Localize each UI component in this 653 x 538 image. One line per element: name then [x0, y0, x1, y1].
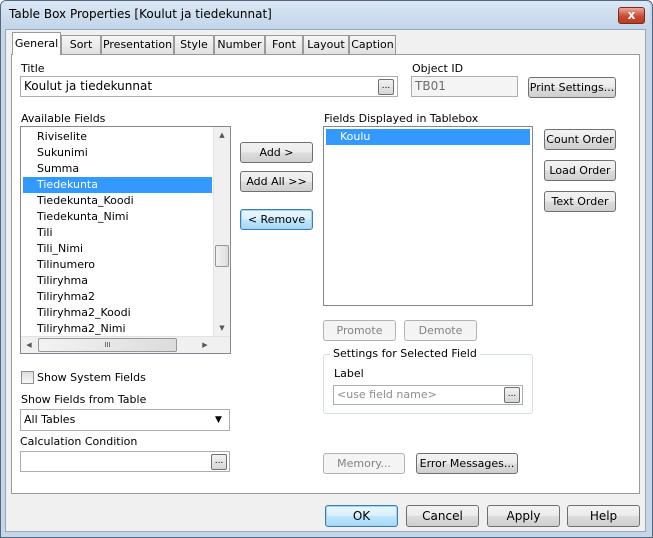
load-order-button[interactable]: Load Order: [544, 160, 616, 181]
help-button[interactable]: Help: [567, 505, 640, 527]
tab-font[interactable]: Font: [265, 35, 303, 54]
list-item-selected[interactable]: Koulu: [326, 129, 530, 145]
list-item[interactable]: Tiliryhma2: [23, 289, 212, 305]
scroll-down-arrow-icon[interactable]: ▼: [214, 320, 230, 336]
show-fields-from-table-dropdown[interactable]: All Tables ▼: [20, 409, 230, 431]
list-item[interactable]: Tiliryhma: [23, 273, 212, 289]
list-item[interactable]: Tiliryhma2_Nimi: [23, 321, 212, 337]
close-button[interactable]: x: [618, 7, 645, 24]
demote-button[interactable]: Demote: [404, 320, 477, 341]
list-item[interactable]: Summa: [23, 161, 212, 177]
list-item-selected[interactable]: Tiedekunta: [23, 177, 212, 193]
tab-style[interactable]: Style: [174, 35, 214, 54]
calculation-condition-input[interactable]: [20, 451, 230, 472]
title-expression-button[interactable]: ...: [378, 79, 394, 95]
available-fields-label: Available Fields: [21, 112, 106, 125]
show-fields-from-table-label: Show Fields from Table: [21, 393, 147, 406]
scroll-up-arrow-icon[interactable]: ▲: [214, 127, 230, 143]
settings-for-selected-field-group: [323, 354, 533, 414]
tab-general[interactable]: General: [12, 32, 61, 55]
window-title: Table Box Properties [Koulut ja tiedekun…: [9, 7, 272, 21]
calculation-condition-label: Calculation Condition: [20, 435, 138, 448]
fields-displayed-label: Fields Displayed in Tablebox: [324, 112, 479, 125]
tab-sort[interactable]: Sort: [61, 35, 101, 54]
scroll-left-arrow-icon[interactable]: ◀: [21, 337, 37, 353]
ok-button[interactable]: OK: [325, 505, 398, 527]
tab-number[interactable]: Number: [214, 35, 265, 54]
cancel-button[interactable]: Cancel: [406, 505, 479, 527]
list-item[interactable]: Tili: [23, 225, 212, 241]
settings-group-label: Settings for Selected Field: [330, 347, 480, 360]
list-item[interactable]: Sukunimi: [23, 145, 212, 161]
memory-button[interactable]: Memory...: [323, 453, 405, 474]
hscroll-thumb[interactable]: III: [38, 338, 177, 352]
print-settings-button[interactable]: Print Settings...: [528, 77, 616, 98]
list-item[interactable]: Tiedekunta_Nimi: [23, 209, 212, 225]
tab-layout[interactable]: Layout: [303, 35, 349, 54]
vertical-scrollbar[interactable]: ▲ ▼: [213, 127, 230, 336]
title-label: Title: [21, 62, 45, 75]
scroll-thumb[interactable]: [215, 245, 229, 267]
title-input[interactable]: Koulut ja tiedekunnat: [20, 76, 398, 97]
list-item[interactable]: Tili_Nimi: [23, 241, 212, 257]
list-item[interactable]: Tilinumero: [23, 257, 212, 273]
show-system-fields-label: Show System Fields: [37, 371, 146, 384]
title-bar[interactable]: Table Box Properties [Koulut ja tiedekun…: [1, 1, 650, 29]
fields-displayed-list[interactable]: Koulu: [323, 126, 533, 306]
horizontal-scrollbar[interactable]: ◀ III ▶: [21, 336, 230, 353]
label-label: Label: [334, 367, 364, 380]
error-messages-button[interactable]: Error Messages...: [416, 453, 518, 474]
list-item[interactable]: Riviselite: [23, 129, 212, 145]
tab-presentation[interactable]: Presentation: [101, 35, 174, 54]
tab-caption[interactable]: Caption: [349, 35, 396, 54]
dropdown-value: All Tables: [24, 413, 76, 426]
add-all-button[interactable]: Add All >>: [240, 171, 313, 192]
object-id-input[interactable]: TB01: [411, 76, 518, 97]
available-fields-list[interactable]: Riviselite Sukunimi Summa Tiedekunta Tie…: [20, 126, 231, 354]
list-item[interactable]: Tiedekunta_Koodi: [23, 193, 212, 209]
count-order-button[interactable]: Count Order: [544, 129, 616, 150]
calc-condition-expression-button[interactable]: ...: [211, 454, 227, 470]
promote-button[interactable]: Promote: [323, 320, 396, 341]
field-label-input[interactable]: <use field name>: [333, 385, 523, 405]
remove-button[interactable]: < Remove: [240, 209, 313, 230]
label-expression-button[interactable]: ...: [504, 387, 520, 403]
text-order-button[interactable]: Text Order: [544, 191, 616, 212]
add-button[interactable]: Add >: [240, 142, 313, 163]
list-item[interactable]: Tiliryhma2_Koodi: [23, 305, 212, 321]
show-system-fields-checkbox[interactable]: [21, 371, 34, 384]
chevron-down-icon: ▼: [215, 415, 222, 425]
apply-button[interactable]: Apply: [487, 505, 560, 527]
scroll-right-arrow-icon[interactable]: ▶: [197, 337, 213, 353]
object-id-label: Object ID: [412, 62, 464, 75]
